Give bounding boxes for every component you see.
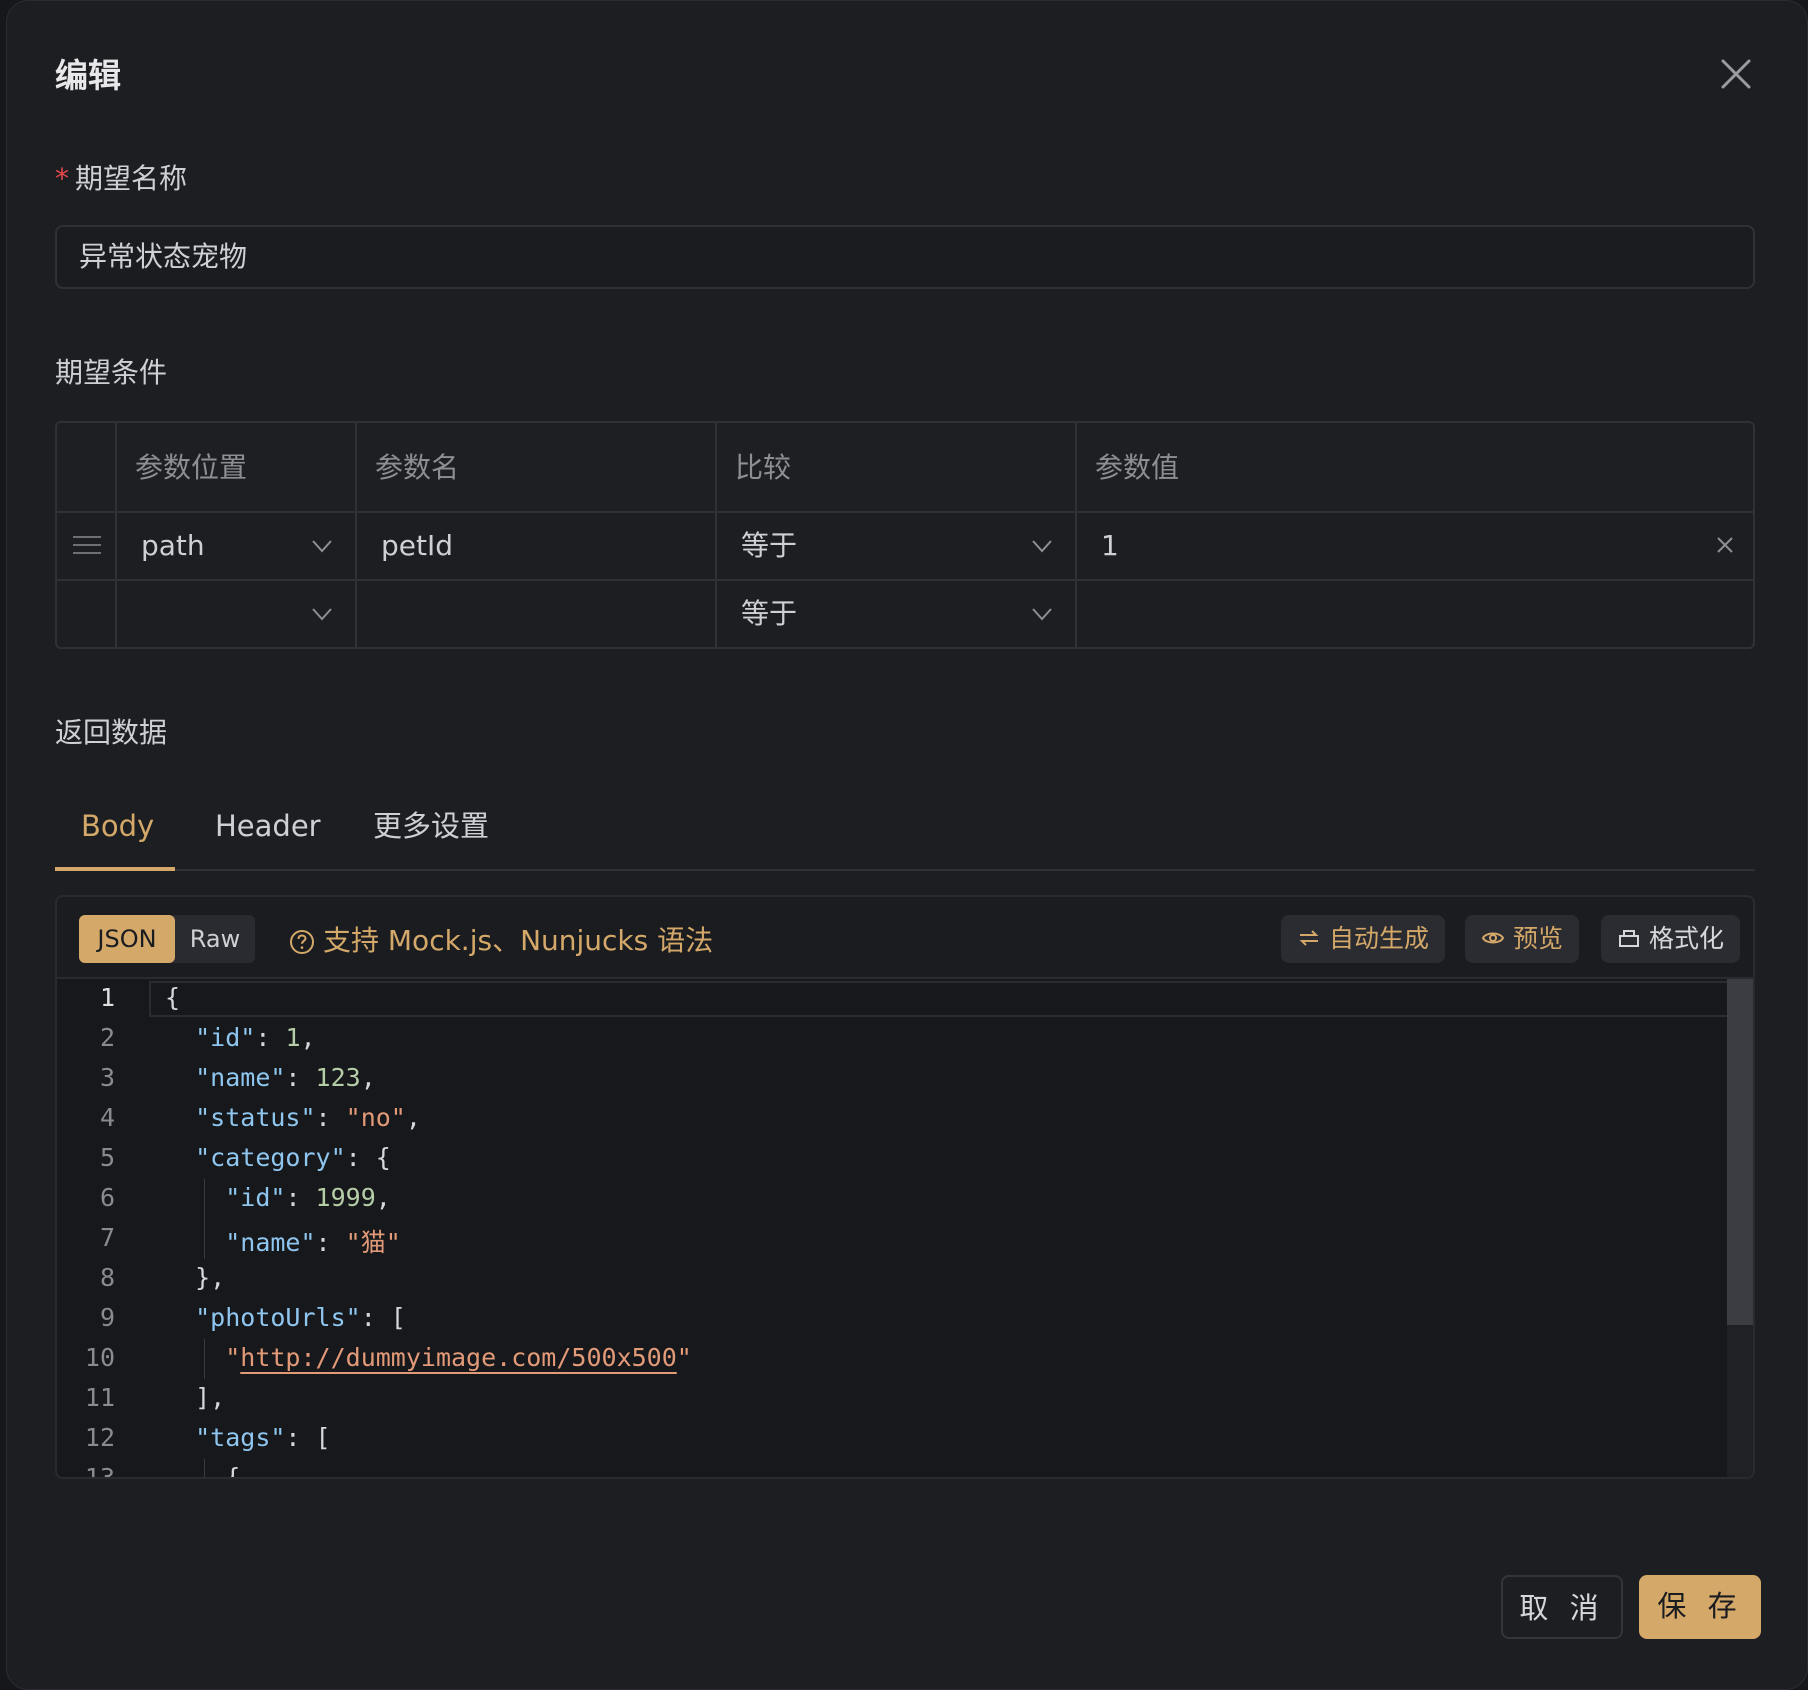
required-mark: * — [55, 162, 69, 195]
chevron-down-icon — [312, 608, 332, 621]
code-line: "name": "猫" — [225, 1228, 401, 1257]
preview-button[interactable]: 预览 — [1465, 915, 1580, 963]
mode-raw[interactable]: Raw — [175, 915, 255, 963]
active-tab-indicator — [55, 867, 175, 871]
line-number: 2 — [99, 1023, 115, 1052]
col-header-compare: 比较 — [717, 423, 1077, 511]
code-line: "status": "no", — [195, 1103, 421, 1132]
edit-dialog: 编辑 * 期望名称 异常状态宠物 期望条件 参数位置 参数名 比较 参数值 pat… — [6, 0, 1808, 1690]
param-value-input[interactable] — [1077, 581, 1753, 647]
line-number: 4 — [99, 1103, 115, 1132]
location-select[interactable]: path — [117, 513, 357, 579]
refresh-icon — [1299, 930, 1319, 946]
mode-switch: JSON Raw — [79, 915, 255, 963]
code-line: "category": { — [195, 1143, 391, 1172]
code-line: { — [165, 983, 181, 1012]
line-number: 13 — [84, 1463, 115, 1479]
line-number: 3 — [99, 1063, 115, 1092]
drag-handle[interactable] — [57, 513, 117, 579]
current-line-highlight — [149, 981, 1745, 1017]
delete-row-icon[interactable] — [1713, 533, 1737, 557]
conditions-label: 期望条件 — [55, 356, 168, 389]
compare-select[interactable]: 等于 — [717, 513, 1077, 579]
tab-body[interactable]: Body — [81, 791, 154, 869]
expectation-name-input[interactable]: 异常状态宠物 — [55, 225, 1755, 289]
code-line: { — [225, 1463, 241, 1479]
param-value-input[interactable]: 1 — [1077, 513, 1753, 579]
line-number: 6 — [99, 1183, 115, 1212]
col-header-value: 参数值 — [1095, 451, 1180, 484]
expectation-name-label: * 期望名称 — [55, 162, 188, 195]
url-link[interactable]: http://dummyimage.com/500x500 — [240, 1343, 677, 1372]
table-row: 等于 — [57, 581, 1753, 647]
response-editor: JSON Raw 支持 Mock.js、Nunjucks 语法 自动生成 预览 … — [55, 895, 1755, 1479]
param-name-input[interactable]: petId — [357, 513, 717, 579]
table-header-row: 参数位置 参数名 比较 参数值 — [57, 423, 1753, 513]
chevron-down-icon — [312, 540, 332, 553]
code-line: "http://dummyimage.com/500x500" — [225, 1343, 692, 1372]
compare-select[interactable]: 等于 — [717, 581, 1077, 647]
cancel-button[interactable]: 取 消 — [1501, 1575, 1623, 1639]
location-select[interactable] — [117, 581, 357, 647]
line-number: 8 — [99, 1263, 115, 1292]
tab-header[interactable]: Header — [215, 791, 321, 869]
line-number: 1 — [99, 983, 115, 1012]
line-number: 12 — [84, 1423, 115, 1452]
eye-icon — [1481, 932, 1505, 944]
auto-generate-button[interactable]: 自动生成 — [1281, 915, 1446, 963]
code-line: ], — [195, 1383, 226, 1412]
editor-scrollbar[interactable] — [1727, 979, 1753, 1477]
line-number: 7 — [99, 1223, 115, 1252]
code-area[interactable]: 1 2 3 4 5 6 7 8 9 10 11 12 13 { "id": 1,… — [57, 977, 1753, 1479]
param-name-input[interactable] — [357, 581, 717, 647]
response-tabs: Body Header 更多设置 — [55, 791, 1755, 871]
col-header-location: 参数位置 — [117, 423, 357, 511]
col-header-name: 参数名 — [357, 423, 717, 511]
drag-handle-icon — [73, 536, 101, 554]
line-number: 11 — [84, 1383, 115, 1412]
line-gutter: 1 2 3 4 5 6 7 8 9 10 11 12 13 — [57, 979, 137, 1479]
save-button[interactable]: 保 存 — [1639, 1575, 1761, 1639]
editor-toolbar: JSON Raw 支持 Mock.js、Nunjucks 语法 自动生成 预览 … — [57, 897, 1753, 977]
syntax-hint[interactable]: 支持 Mock.js、Nunjucks 语法 — [289, 921, 713, 961]
tab-more-settings[interactable]: 更多设置 — [373, 791, 489, 869]
dialog-title: 编辑 — [55, 56, 121, 95]
scrollbar-thumb[interactable] — [1727, 979, 1753, 1325]
line-number: 10 — [84, 1343, 115, 1372]
code-line: }, — [195, 1263, 226, 1292]
response-data-label: 返回数据 — [55, 716, 168, 749]
conditions-table: 参数位置 参数名 比较 参数值 path petId 等于 1 等于 — [55, 421, 1755, 649]
code-line: "name": 123, — [195, 1063, 376, 1092]
question-icon — [290, 930, 314, 954]
code-line: "id": 1, — [195, 1023, 316, 1052]
chevron-down-icon — [1032, 608, 1052, 621]
line-number: 9 — [99, 1303, 115, 1332]
line-number: 5 — [99, 1143, 115, 1172]
table-row: path petId 等于 1 — [57, 513, 1753, 581]
mode-json[interactable]: JSON — [79, 915, 175, 963]
code-line: "id": 1999, — [225, 1183, 391, 1212]
close-icon[interactable] — [1715, 53, 1757, 95]
chevron-down-icon — [1032, 540, 1052, 553]
format-button[interactable]: 格式化 — [1601, 915, 1741, 963]
code-line: "photoUrls": [ — [195, 1303, 406, 1332]
format-icon — [1619, 930, 1639, 947]
code-line: "tags": [ — [195, 1423, 331, 1452]
